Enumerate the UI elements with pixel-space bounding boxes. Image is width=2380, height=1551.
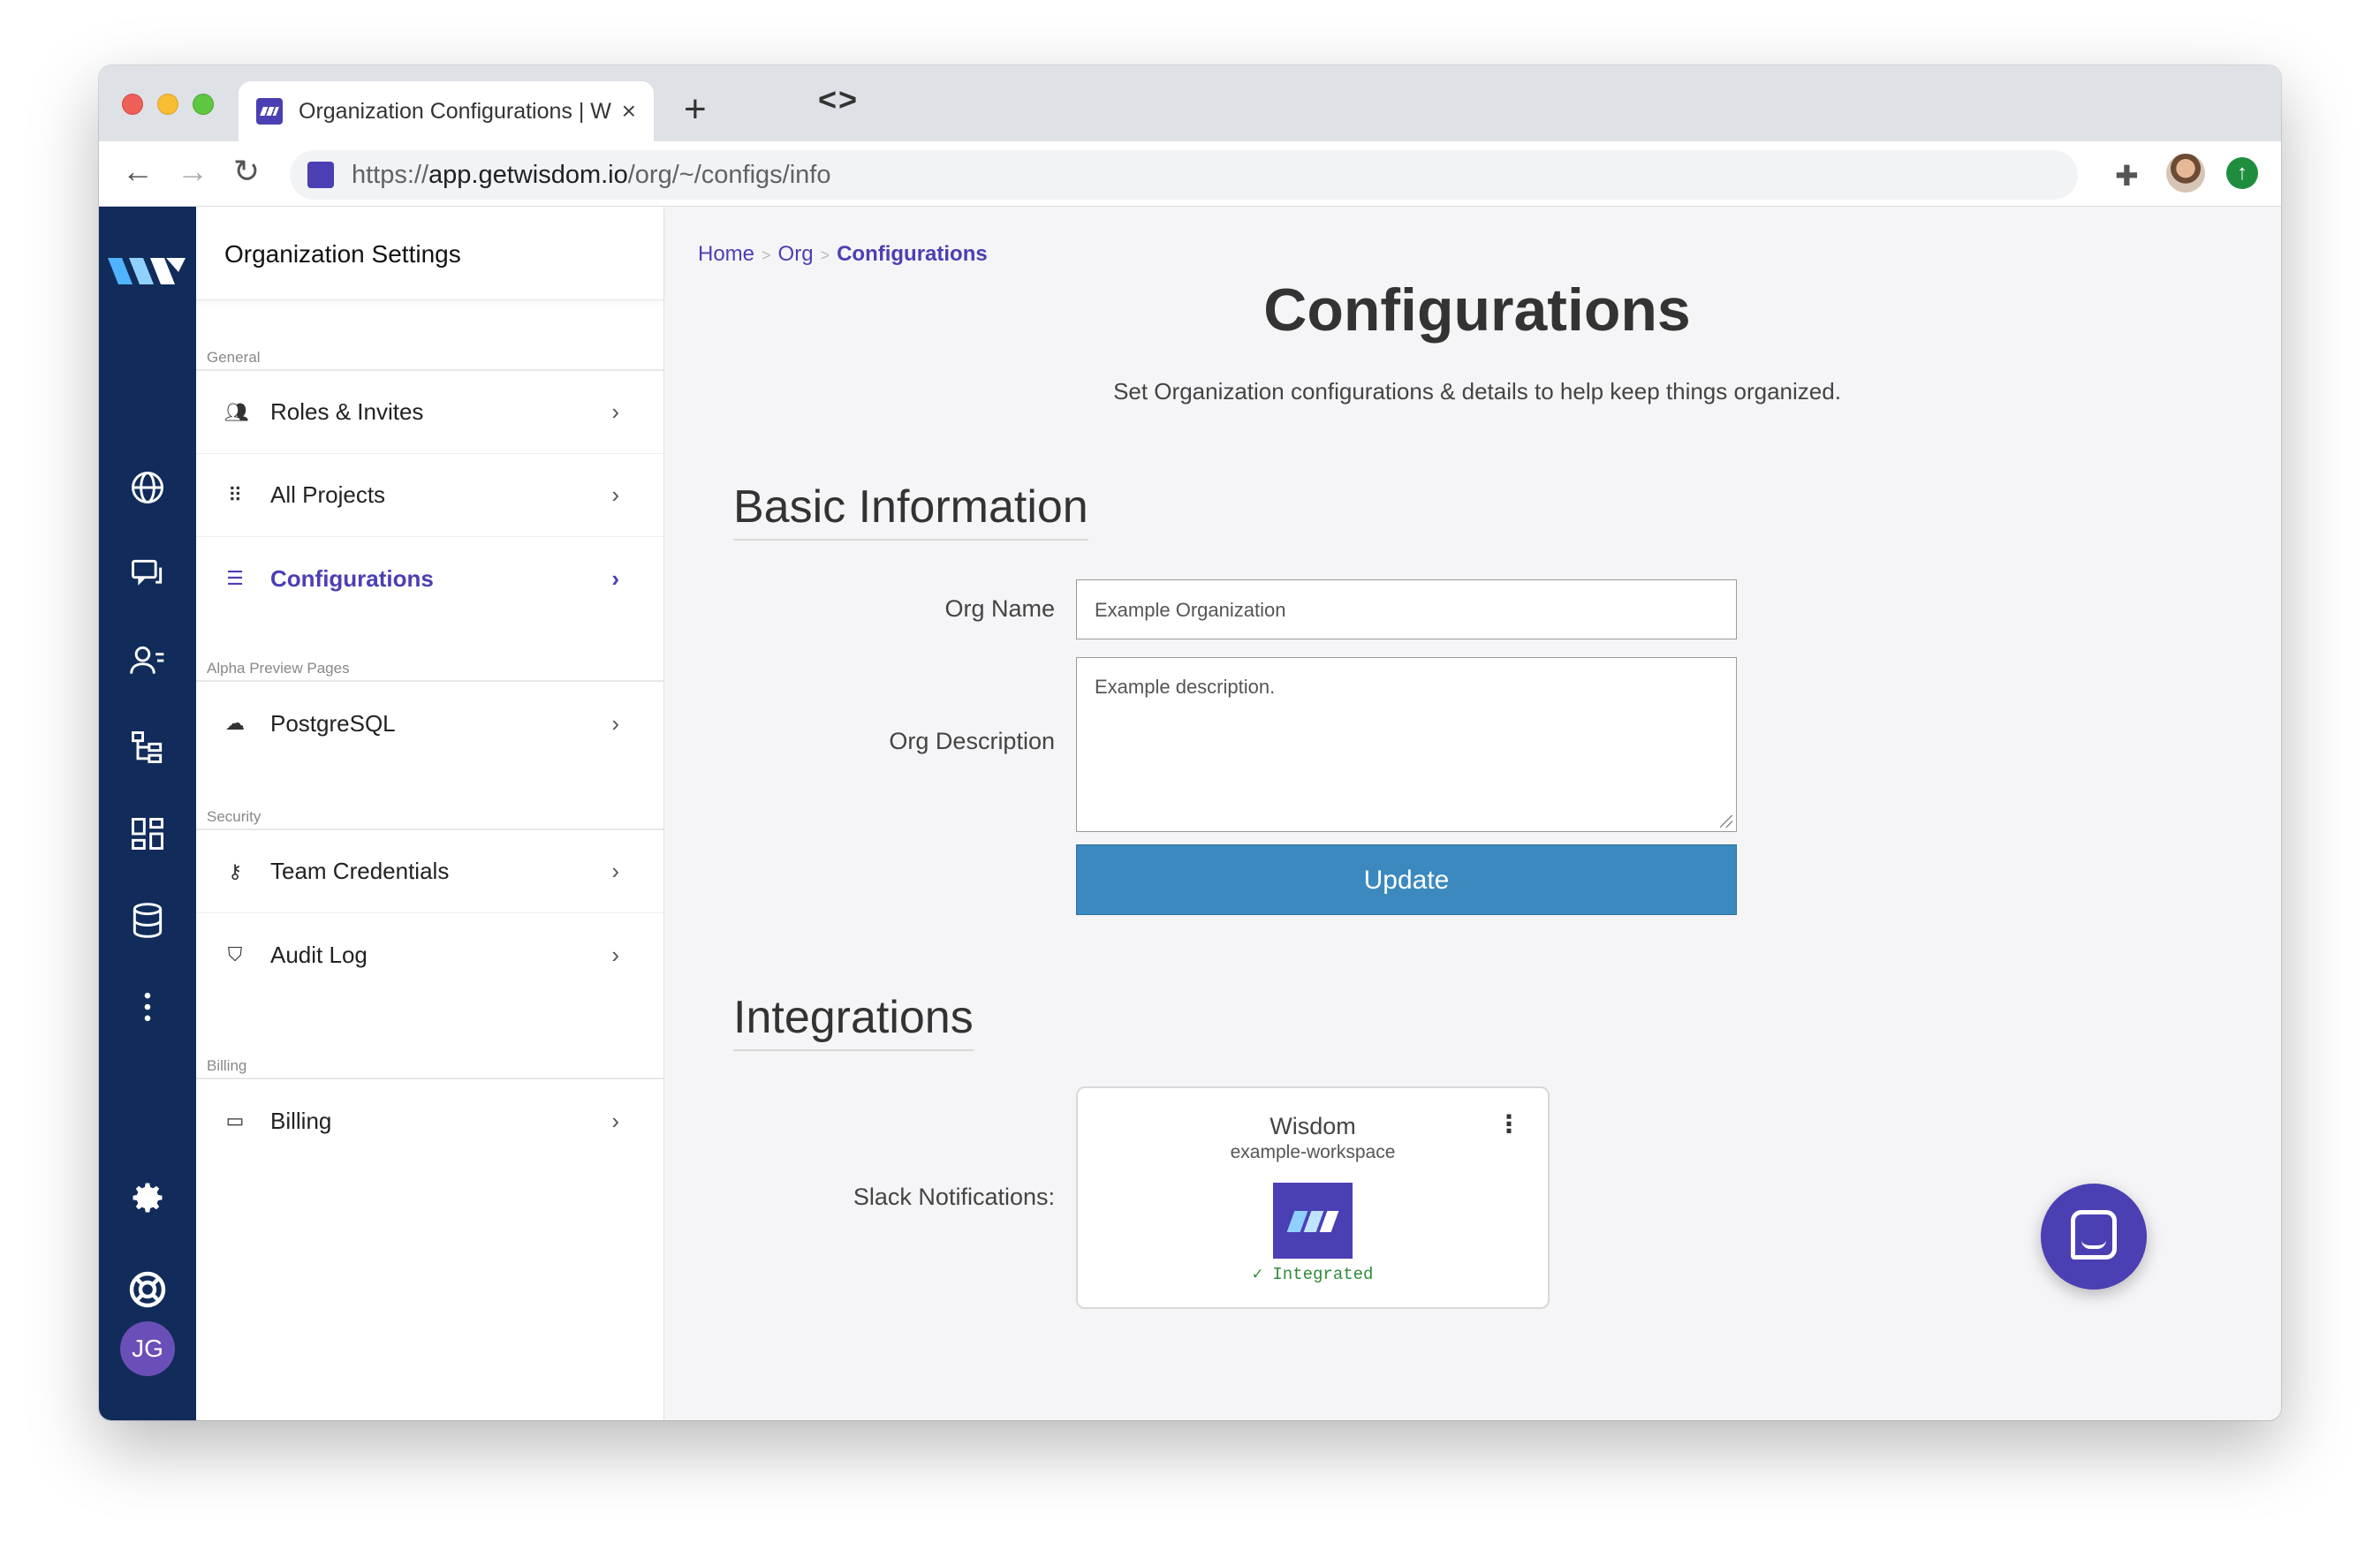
page-title: Configurations — [1263, 276, 1691, 344]
sidebar-item-audit-log[interactable]: ⛉ Audit Log › — [196, 913, 663, 996]
sliders-icon: ☰ — [226, 567, 244, 589]
update-button[interactable]: Update — [1076, 844, 1737, 915]
chevron-right-icon: › — [611, 398, 619, 425]
tab-close-icon[interactable]: × — [622, 97, 636, 125]
section-label-general: General — [196, 344, 663, 371]
breadcrumb: Home > Org > Configurations — [698, 242, 988, 267]
breadcrumb-org[interactable]: Org — [778, 242, 814, 266]
back-button[interactable]: ← — [122, 155, 154, 187]
chevron-right-icon: › — [611, 481, 619, 508]
breadcrumb-separator: > — [820, 246, 830, 264]
sidebar-item-projects[interactable]: ⠿ All Projects › — [196, 454, 663, 537]
gear-icon[interactable] — [125, 1178, 170, 1222]
slack-notifications-label: Slack Notifications: — [853, 1184, 1055, 1210]
chat-launcher-button[interactable] — [2041, 1184, 2147, 1290]
new-tab-button[interactable]: + — [684, 90, 707, 129]
more-vertical-icon[interactable] — [125, 987, 170, 1032]
dashboard-icon[interactable] — [125, 814, 170, 859]
maximize-window-button[interactable] — [193, 94, 214, 115]
breadcrumb-current: Configurations — [837, 242, 988, 266]
chevron-right-icon: › — [611, 1107, 619, 1134]
main-content: Home > Org > Configurations Configurations S… — [664, 207, 2281, 1420]
org-description-value: Example description. — [1095, 676, 1276, 698]
chat-icon[interactable] — [125, 555, 170, 599]
org-description-label: Org Description — [889, 728, 1055, 754]
profile-avatar[interactable] — [2166, 154, 2205, 193]
database-icon[interactable] — [125, 901, 170, 945]
forward-button[interactable]: → — [177, 155, 208, 187]
browser-window: Organization Configurations | W × + <> ←… — [99, 65, 2281, 1420]
browser-toolbar: ← → ↻ https://app.getwisdom.io/org/~/con… — [99, 141, 2281, 207]
sidebar-item-configurations[interactable]: ☰ Configurations › — [196, 537, 663, 620]
grid-icon: ⠿ — [227, 483, 243, 506]
page-subtitle: Set Organization configurations & detail… — [1113, 378, 1841, 405]
site-favicon-icon — [307, 162, 334, 188]
left-rail: JG — [99, 207, 196, 1420]
chat-bubble-icon — [2071, 1210, 2117, 1260]
org-name-input[interactable]: Example Organization — [1076, 579, 1737, 639]
shield-icon: ⛉ — [227, 943, 243, 965]
more-options-icon[interactable]: ⋮ — [1497, 1109, 1521, 1139]
sidebar-item-label: Configurations — [270, 564, 434, 592]
integration-status: ✓ Integrated — [1252, 1265, 1374, 1284]
chevron-right-icon: › — [611, 941, 619, 968]
chevron-right-icon: › — [611, 709, 619, 737]
sidebar-item-label: Billing — [270, 1107, 332, 1134]
cloud-icon: ☁ — [225, 712, 245, 734]
section-label-billing: Billing — [196, 1053, 663, 1079]
resize-handle-icon[interactable] — [1720, 815, 1732, 828]
section-label-security: Security — [196, 804, 663, 830]
chevron-right-icon: › — [611, 564, 619, 592]
lifebuoy-icon[interactable] — [125, 1268, 170, 1313]
wisdom-favicon-icon — [256, 98, 283, 125]
sidebar-item-label: PostgreSQL — [270, 709, 396, 737]
code-icon[interactable]: <> — [818, 81, 859, 118]
settings-sidebar: Organization Settings General 👥︎ Roles &… — [196, 207, 664, 1420]
breadcrumb-home[interactable]: Home — [698, 242, 754, 266]
sidebar-item-label: Roles & Invites — [270, 398, 424, 425]
basic-info-heading: Basic Information — [733, 480, 1088, 541]
integrations-heading: Integrations — [733, 991, 974, 1051]
credit-card-icon: ▭ — [225, 1109, 245, 1131]
section-label-alpha: Alpha Preview Pages — [196, 655, 663, 682]
minimize-window-button[interactable] — [157, 94, 178, 115]
tree-icon[interactable] — [125, 728, 170, 772]
address-bar[interactable]: https://app.getwisdom.io/org/~/configs/i… — [290, 150, 2078, 200]
key-icon: ⚷ — [227, 859, 243, 882]
sidebar-item-postgresql[interactable]: ☁ PostgreSQL › — [196, 682, 663, 765]
browser-tab[interactable]: Organization Configurations | W × — [239, 81, 654, 141]
sidebar-item-roles[interactable]: 👥︎ Roles & Invites › — [196, 371, 663, 454]
extensions-puzzle-icon[interactable]: ✚ — [2115, 159, 2139, 193]
close-window-button[interactable] — [122, 94, 143, 115]
browser-titlebar: Organization Configurations | W × + <> — [99, 65, 2281, 141]
chevron-right-icon: › — [611, 858, 619, 884]
tab-title: Organization Configurations | W — [299, 98, 611, 124]
sidebar-item-billing[interactable]: ▭ Billing › — [196, 1079, 663, 1162]
sidebar-item-credentials[interactable]: ⚷ Team Credentials › — [196, 830, 663, 913]
sidebar-item-label: Team Credentials — [270, 858, 450, 884]
wisdom-logo-icon[interactable] — [108, 253, 187, 288]
sidebar-item-label: All Projects — [270, 481, 386, 508]
integration-name: Wisdom — [1270, 1113, 1356, 1139]
people-icon: 👥︎ — [224, 400, 249, 423]
app-container: JG Organization Settings General 👥︎ Role… — [99, 207, 2281, 1420]
sidebar-item-label: Audit Log — [270, 941, 368, 968]
wisdom-logo-icon — [1273, 1183, 1353, 1259]
user-avatar[interactable]: JG — [120, 1321, 175, 1376]
update-arrow-icon[interactable]: ↑ — [2226, 157, 2258, 189]
globe-icon[interactable] — [125, 468, 170, 512]
people-list-icon[interactable] — [125, 641, 170, 685]
integration-workspace: example-workspace — [1230, 1142, 1396, 1162]
url-text: https://app.getwisdom.io/org/~/configs/i… — [352, 160, 831, 189]
slack-integration-card: ⋮ Wisdom example-workspace ✓ Integrated — [1076, 1086, 1550, 1309]
settings-title: Organization Settings — [196, 207, 663, 300]
org-name-label: Org Name — [944, 595, 1055, 622]
org-description-textarea[interactable]: Example description. — [1076, 657, 1737, 832]
breadcrumb-separator: > — [762, 246, 771, 264]
reload-button[interactable]: ↻ — [233, 155, 260, 187]
